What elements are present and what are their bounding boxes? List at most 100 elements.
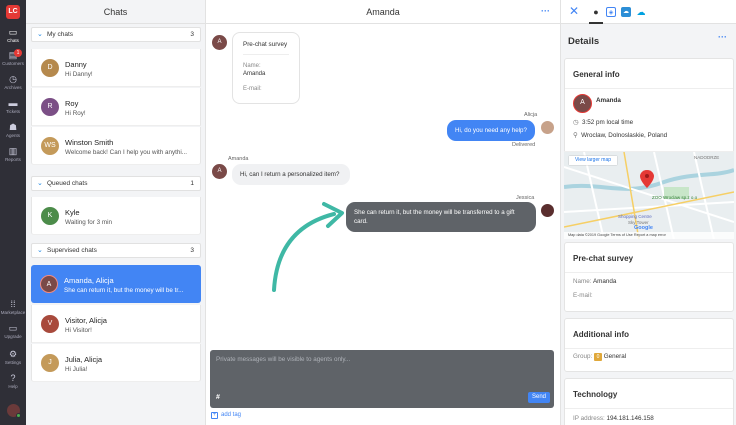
more-options-icon[interactable]: ··· xyxy=(541,0,550,22)
customer-name: Amanda xyxy=(596,97,621,104)
section-label: Queued chats xyxy=(47,180,88,187)
chat-name: Kyle xyxy=(65,208,80,217)
nav-label: Marketplace xyxy=(0,310,26,315)
chat-item-julia-alicja[interactable]: J Julia, Alicja Hi Julia! xyxy=(31,344,201,382)
reports-icon: ▥ xyxy=(8,146,18,156)
details-header: Details ··· xyxy=(561,24,736,58)
send-button[interactable]: Send xyxy=(528,392,550,403)
customer-avatar: A xyxy=(212,164,227,179)
card-title: Additional info xyxy=(573,330,629,339)
nav-label: Tickets xyxy=(5,109,21,114)
avatar: D xyxy=(41,59,59,77)
avatar: V xyxy=(41,315,59,333)
add-tag-link[interactable]: + add tag xyxy=(211,412,241,419)
nav-label: Chats xyxy=(7,38,19,43)
divider xyxy=(565,88,733,89)
nav-item-agents[interactable]: ☗ Agents xyxy=(0,123,26,139)
nav-item-help[interactable]: ? Help xyxy=(0,374,26,390)
chat-item-amanda-alicja[interactable]: A Amanda, Alicja She can return it, but … xyxy=(31,265,201,303)
details-toolbar: ✕ ● ◈ ☁ ☁ xyxy=(561,0,736,24)
prechat-survey-card: Pre-chat survey Name: Amanda E-mail: xyxy=(232,32,300,104)
nav-item-tickets[interactable]: ▬ Tickets xyxy=(0,98,26,115)
message-bubble-agent: Hi, do you need any help? xyxy=(447,120,535,141)
agent-avatar[interactable] xyxy=(7,404,21,418)
marketplace-icon: ⁞⁞ xyxy=(10,299,16,309)
section-supervised-chats[interactable]: ⌄ Supervised chats 3 xyxy=(31,243,201,258)
prechat-survey-card: Pre-chat survey Name: Amanda E-mail: xyxy=(564,242,734,312)
message-bubble-supervised: She can return it, but the money will be… xyxy=(346,202,536,232)
conversation-panel: Amanda ··· A Pre-chat survey Name: Amand… xyxy=(206,0,561,425)
message-author: Alicja xyxy=(524,112,538,118)
location: Wroclaw, Dolnoslaskie, Poland xyxy=(581,132,668,139)
app-window: LC ▭ Chats ▤ 1 Customers ◷ Archives ▬ Ti… xyxy=(0,0,736,425)
close-icon[interactable]: ✕ xyxy=(569,4,579,18)
nav-item-upgrade[interactable]: ▭ Upgrade xyxy=(0,324,26,340)
divider xyxy=(565,348,733,349)
chat-item-kyle[interactable]: K Kyle Waiting for 3 min xyxy=(31,197,201,235)
message-bubble-customer: Hi, can I return a personalized item? xyxy=(232,164,350,185)
nav-label: Customers xyxy=(2,61,24,66)
section-count: 3 xyxy=(190,247,194,254)
nav-label: Agents xyxy=(5,133,20,138)
avatar: WS xyxy=(41,137,59,155)
nav-item-settings[interactable]: ⚙ Settings xyxy=(0,350,26,366)
tickets-icon: ▬ xyxy=(8,98,18,108)
field-label: Name: xyxy=(573,278,592,285)
nav-label: Settings xyxy=(4,360,22,365)
location-map[interactable]: View larger map NADODRZE ZOO Wroclaw sp.… xyxy=(564,151,734,239)
section-my-chats[interactable]: ⌄ My chats 3 xyxy=(31,27,201,42)
view-larger-map-link[interactable]: View larger map xyxy=(569,156,617,165)
divider xyxy=(565,272,733,273)
chat-item-roy[interactable]: R Roy Hi Roy! xyxy=(31,88,201,126)
logo: LC xyxy=(6,5,20,19)
app-icon[interactable]: ◈ xyxy=(606,7,616,17)
nav-label: Archives xyxy=(4,85,22,90)
agent-avatar-alicja xyxy=(540,120,555,135)
salesforce-icon[interactable]: ☁ xyxy=(636,7,646,17)
message-text: card. xyxy=(354,218,368,225)
nav-item-marketplace[interactable]: ⁞⁞ Marketplace xyxy=(0,299,26,316)
nav-item-customers[interactable]: ▤ 1 Customers xyxy=(0,49,26,66)
agent-avatar-jessica xyxy=(540,203,555,218)
chat-preview: Hi Julia! xyxy=(65,366,88,373)
chevron-down-icon: ⌄ xyxy=(37,247,43,254)
conversation-title: Amanda xyxy=(206,0,560,24)
message-author: Amanda xyxy=(228,156,249,162)
more-options-icon[interactable]: ··· xyxy=(718,32,727,42)
chat-name: Amanda, Alicja xyxy=(64,276,114,285)
chats-title: Chats xyxy=(26,0,205,24)
message-text: She can return it, but the money will be… xyxy=(354,209,515,216)
chat-item-visitor-alicja[interactable]: V Visitor, Alicja Hi Visitor! xyxy=(31,305,201,343)
nav-item-reports[interactable]: ▥ Reports xyxy=(0,146,26,163)
chat-name: Julia, Alicja xyxy=(65,355,103,364)
location-pin-icon: ⚲ xyxy=(573,132,578,139)
canned-response-icon[interactable]: # xyxy=(216,394,220,401)
card-title: Technology xyxy=(573,390,618,399)
chat-item-winston-smith[interactable]: WS Winston Smith Welcome back! Can I hel… xyxy=(31,127,201,165)
cloud-app-icon[interactable]: ☁ xyxy=(621,7,631,17)
chat-preview: Welcome back! Can I help you with anythi… xyxy=(65,149,188,156)
field-value: 194.181.146.158 xyxy=(606,415,654,422)
chat-preview: Hi Roy! xyxy=(65,110,86,117)
details-panel: ✕ ● ◈ ☁ ☁ Details ··· General info A Ama… xyxy=(561,0,736,425)
chat-preview: Hi Visitor! xyxy=(65,327,92,334)
section-queued-chats[interactable]: ⌄ Queued chats 1 xyxy=(31,176,201,191)
avatar: K xyxy=(41,207,59,225)
customers-badge: 1 xyxy=(14,49,22,57)
nav-item-chats[interactable]: ▭ Chats xyxy=(0,28,26,44)
technology-card: Technology IP address: 194.181.146.158 xyxy=(564,378,734,425)
avatar: R xyxy=(41,98,59,116)
card-title: Pre-chat survey xyxy=(573,254,634,263)
map-footer: Map data ©2019 Google Terms of Use Repor… xyxy=(564,232,734,239)
person-icon[interactable]: ● xyxy=(591,7,601,17)
survey-name-value: Amanda xyxy=(243,71,266,77)
customer-avatar: A xyxy=(212,35,227,50)
local-time: 3:52 pm local time xyxy=(582,119,634,126)
chevron-down-icon: ⌄ xyxy=(37,180,43,187)
field-value: General xyxy=(603,353,627,360)
message-composer[interactable]: Private messages will be visible to agen… xyxy=(210,350,554,408)
chat-item-danny[interactable]: D Danny Hi Danny! xyxy=(31,49,201,87)
field-label: E-mail: xyxy=(573,292,593,299)
survey-title: Pre-chat survey xyxy=(243,41,289,55)
nav-item-archives[interactable]: ◷ Archives xyxy=(0,75,26,91)
